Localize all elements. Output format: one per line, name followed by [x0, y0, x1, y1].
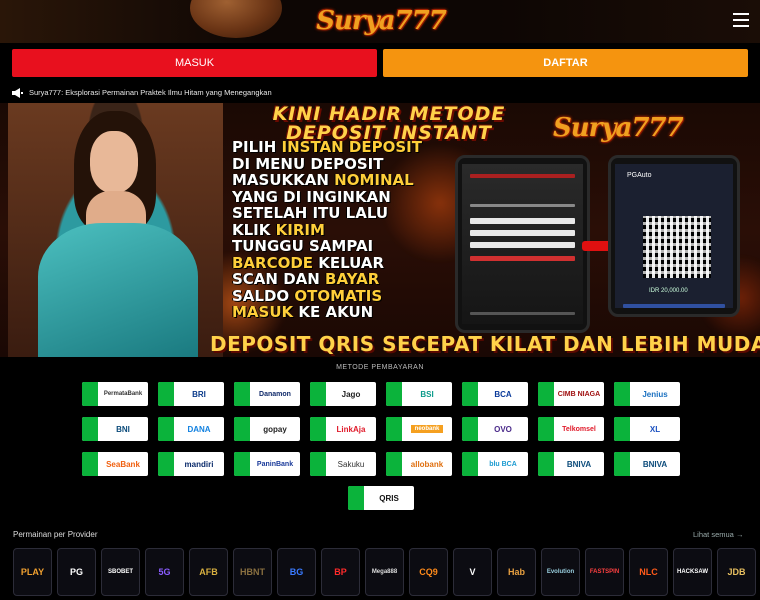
provider-name: V: [469, 567, 476, 577]
provider-tile[interactable]: PG: [57, 548, 96, 596]
site-header: Surya777: [0, 0, 760, 43]
provider-tile[interactable]: FASTSPIN: [585, 548, 624, 596]
payment-method[interactable]: OVO: [462, 417, 528, 441]
payment-method[interactable]: BSI: [386, 382, 452, 406]
provider-tile[interactable]: BG: [277, 548, 316, 596]
register-button[interactable]: DAFTAR: [383, 49, 748, 77]
payment-method[interactable]: PaninBank: [234, 452, 300, 476]
provider-name: SBOBET: [107, 569, 133, 575]
payment-method[interactable]: Sakuku: [310, 452, 376, 476]
announcement-marquee: Surya777: Eksplorasi Permainan Praktek I…: [0, 84, 760, 102]
provider-tile[interactable]: HACKSAW: [673, 548, 712, 596]
provider-name: FASTSPIN: [589, 569, 620, 575]
payment-method[interactable]: blu BCA: [462, 452, 528, 476]
payment-method[interactable]: Telkomsel: [538, 417, 604, 441]
payment-methods-title: METODE PEMBAYARAN: [336, 364, 424, 371]
banner-model-image: [8, 103, 223, 357]
provider-name: PLAY: [20, 567, 45, 577]
payment-method[interactable]: Danamon: [234, 382, 300, 406]
step-line: SCAN DAN BAYAR: [232, 270, 380, 288]
payment-method[interactable]: PermataBank: [82, 382, 148, 406]
payment-method[interactable]: BRI: [158, 382, 224, 406]
provider-tile[interactable]: PLAY: [13, 548, 52, 596]
deposit-steps: PILIH INSTAN DEPOSIT DI MENU DEPOSIT MAS…: [232, 139, 462, 321]
provider-tile[interactable]: AFB: [189, 548, 228, 596]
payment-method[interactable]: LinkAja: [310, 417, 376, 441]
provider-tile[interactable]: 5G: [145, 548, 184, 596]
step-line: DI MENU DEPOSIT: [232, 154, 384, 173]
provider-tile[interactable]: SBOBET: [101, 548, 140, 596]
step-line: KLIK KIRIM: [232, 220, 325, 239]
provider-tile[interactable]: Mega888: [365, 548, 404, 596]
step-line: TUNGGU SAMPAI: [232, 237, 374, 255]
payment-method[interactable]: QRIS: [348, 486, 414, 510]
payment-method[interactable]: BNIVA: [614, 452, 680, 476]
site-logo[interactable]: Surya777: [303, 4, 459, 38]
provider-tile[interactable]: NLC: [629, 548, 668, 596]
hamburger-menu-icon[interactable]: [733, 13, 749, 27]
arrow-right-icon: →: [735, 530, 744, 539]
marquee-text: Surya777: Eksplorasi Permainan Praktek I…: [29, 88, 272, 97]
step-line: YANG DI INGINKAN: [232, 187, 391, 206]
provider-name: BP: [334, 567, 347, 577]
step-line: BARCODE KELUAR: [232, 253, 385, 272]
phone-mockup-deposit-form: [455, 155, 590, 333]
provider-name: BG: [289, 567, 304, 577]
provider-tile[interactable]: V: [453, 548, 492, 596]
provider-name: AFB: [199, 567, 218, 577]
phone-mockup-qr: PGAuto IDR 20,000.00: [608, 155, 740, 317]
step-line: SETELAH ITU LALU: [232, 204, 389, 222]
step-line: MASUKKAN NOMINAL: [232, 171, 414, 189]
payment-method[interactable]: gopay: [234, 417, 300, 441]
promo-banner[interactable]: KINI HADIR METODE DEPOSIT INSTANT Surya7…: [0, 103, 760, 357]
payment-method[interactable]: mandiri: [158, 452, 224, 476]
banner-logo: Surya777: [553, 113, 684, 143]
step-line: PILIH INSTAN DEPOSIT: [232, 138, 422, 156]
provider-tile[interactable]: Evolution: [541, 548, 580, 596]
provider-tile[interactable]: BP: [321, 548, 360, 596]
payment-method[interactable]: DANA: [158, 417, 224, 441]
provider-name: CQ9: [419, 567, 438, 577]
provider-tile[interactable]: HBNT: [233, 548, 272, 596]
provider-name: Hab: [507, 567, 525, 577]
provider-name: HBNT: [240, 567, 265, 577]
provider-name: 5G: [158, 567, 171, 577]
step-line: SALDO OTOMATIS: [232, 286, 383, 305]
provider-list: PLAY PG SBOBET 5G AFB HBNT BG BP Mega888 CQ9 V Hab E…: [13, 548, 760, 596]
payment-method[interactable]: Jenius: [614, 382, 680, 406]
payment-method[interactable]: XL: [614, 417, 680, 441]
providers-title: Permainan per Provider: [13, 530, 98, 539]
payment-method[interactable]: BNI: [82, 417, 148, 441]
payment-method[interactable]: BCA: [462, 382, 528, 406]
view-all-link[interactable]: Lihat semua →: [693, 530, 743, 539]
megaphone-icon: [12, 88, 23, 98]
payment-method[interactable]: Jago: [310, 382, 376, 406]
coin-decoration: [190, 0, 282, 38]
step-line: MASUK KE AKUN: [232, 303, 374, 321]
payment-method[interactable]: CIMB NIAGA: [538, 382, 604, 406]
provider-tile[interactable]: Hab: [497, 548, 536, 596]
payment-method[interactable]: SeaBank: [82, 452, 148, 476]
payment-method[interactable]: allobank: [386, 452, 452, 476]
payment-method[interactable]: neobank: [386, 417, 452, 441]
provider-name: Evolution: [546, 569, 575, 575]
provider-name: NLC: [639, 567, 658, 577]
payment-method[interactable]: BNIVA: [538, 452, 604, 476]
provider-tile[interactable]: CQ9: [409, 548, 448, 596]
provider-name: Mega888: [371, 569, 398, 575]
login-button[interactable]: MASUK: [12, 49, 377, 77]
provider-name: JDB: [727, 567, 746, 577]
provider-name: PG: [69, 567, 83, 577]
banner-footer-text: DEPOSIT QRIS SECEPAT KILAT DAN LEBIH MUD…: [210, 332, 760, 356]
provider-name: HACKSAW: [677, 569, 708, 575]
provider-tile[interactable]: JDB: [717, 548, 756, 596]
